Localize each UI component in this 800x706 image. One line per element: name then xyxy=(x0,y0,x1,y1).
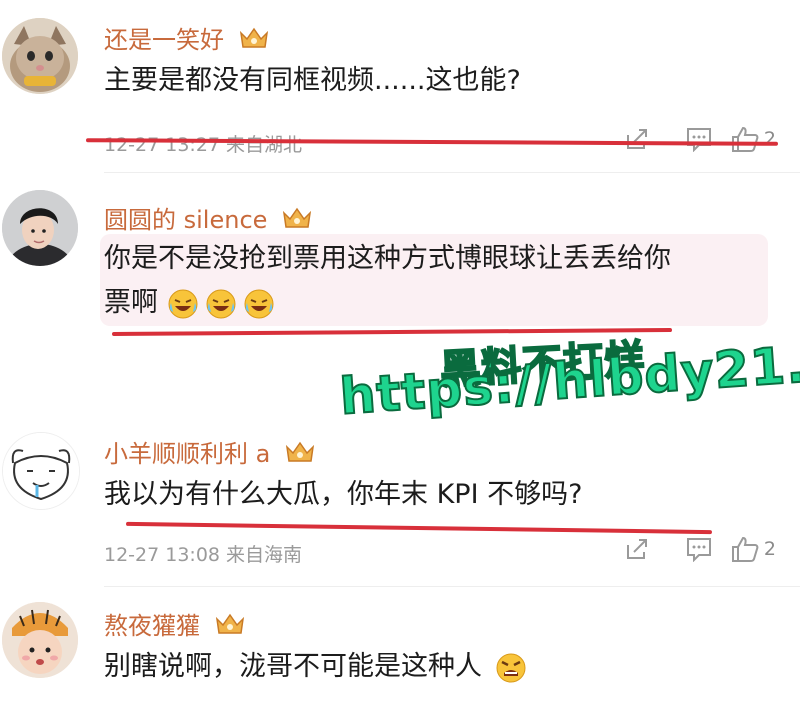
comment-meta: 12-27 13:08 来自海南 xyxy=(104,544,303,566)
username[interactable]: 熬夜獾獾 xyxy=(104,606,246,643)
crown-icon xyxy=(284,439,316,471)
crown-icon xyxy=(281,205,313,237)
avatar[interactable] xyxy=(2,432,80,510)
share-button[interactable] xyxy=(606,534,668,564)
like-button[interactable]: 2 xyxy=(730,534,776,564)
comment-item: 还是一笑好 主要是都没有同框视频......这也能? 12-27 13:27 来… xyxy=(0,0,800,165)
comment-item: 小羊顺顺利利 a 我以为有什么大瓜，你年末 KPI 不够吗? 12-27 13:… xyxy=(0,420,800,580)
divider xyxy=(104,586,800,587)
like-button[interactable]: 2 xyxy=(730,124,776,154)
username[interactable]: 小羊顺顺利利 a xyxy=(104,434,316,471)
comment-item: 圆圆的 silence 你是不是没抢到票用这种方式博眼球让丢丢给你 票啊 xyxy=(0,180,800,350)
avatar[interactable] xyxy=(2,602,78,678)
comment-icon xyxy=(686,128,711,152)
comment-text: 别瞎说啊，泷哥不可能是这种人 xyxy=(104,644,533,690)
share-icon xyxy=(626,129,647,149)
like-count: 2 xyxy=(763,128,776,150)
laugh-cry-emoji xyxy=(243,288,275,320)
crown-icon xyxy=(214,611,246,643)
avatar[interactable] xyxy=(2,190,78,266)
comment-button[interactable] xyxy=(668,124,730,154)
comment-text: 主要是都没有同框视频......这也能? xyxy=(104,65,521,96)
crown-icon xyxy=(238,25,270,57)
comment-actions: 2 xyxy=(606,124,776,154)
laugh-cry-emoji xyxy=(205,288,237,320)
share-button[interactable] xyxy=(606,124,668,154)
share-icon xyxy=(626,539,647,559)
like-count: 2 xyxy=(763,538,776,560)
comment-text-line: 票啊 xyxy=(104,280,281,326)
comment-icon xyxy=(686,538,711,562)
laugh-cry-emoji xyxy=(167,288,199,320)
username[interactable]: 圆圆的 silence xyxy=(104,200,313,237)
avatar[interactable] xyxy=(2,18,78,94)
comment-item: 熬夜獾獾 别瞎说啊，泷哥不可能是这种人 xyxy=(0,594,800,706)
red-underline xyxy=(126,521,712,535)
comment-text: 我以为有什么大瓜，你年末 KPI 不够吗? xyxy=(104,479,583,510)
comment-button[interactable] xyxy=(668,534,730,564)
comment-text-line: 你是不是没抢到票用这种方式博眼球让丢丢给你 xyxy=(104,243,671,274)
angry-emoji xyxy=(495,652,527,684)
comment-actions: 2 xyxy=(606,534,776,564)
divider xyxy=(104,172,800,173)
username[interactable]: 还是一笑好 xyxy=(104,20,270,57)
comment-meta: 12-27 13:27 来自湖北 xyxy=(104,134,303,156)
like-icon xyxy=(731,536,759,562)
like-icon xyxy=(731,126,759,152)
